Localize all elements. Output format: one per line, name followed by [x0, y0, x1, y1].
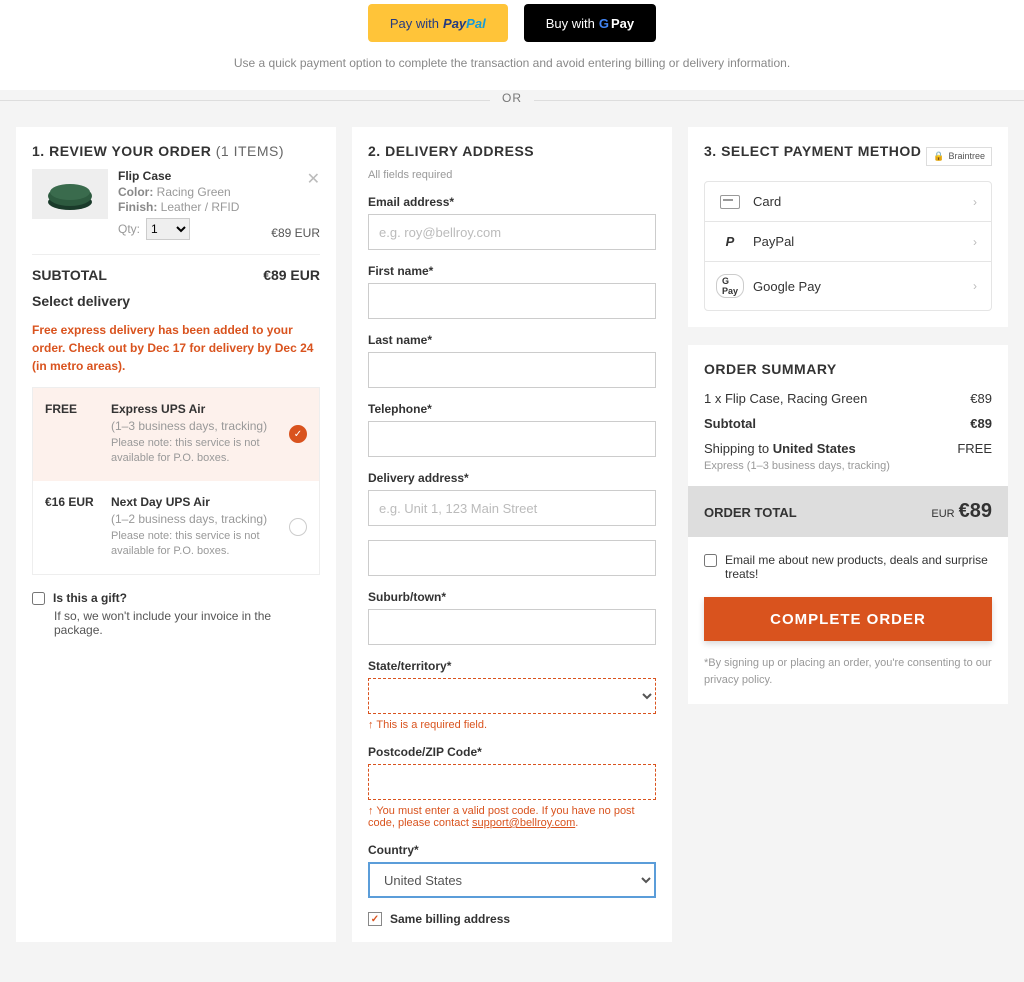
summary-ship-note: Express (1–3 business days, tracking) — [704, 460, 992, 472]
product-name: Flip Case — [118, 169, 320, 183]
state-select[interactable] — [368, 678, 656, 714]
gpay-quick-button[interactable]: Buy with GPay — [524, 4, 656, 42]
paypal-prefix: Pay with — [390, 16, 439, 31]
shipping-option-express[interactable]: FREE Express UPS Air (1–3 business days,… — [33, 388, 319, 481]
qty-select[interactable]: 1 — [146, 218, 190, 240]
gift-subtext: If so, we won't include your invoice in … — [54, 609, 320, 637]
chevron-right-icon: › — [973, 279, 977, 293]
privacy-disclaimer: *By signing up or placing an order, you'… — [704, 655, 992, 688]
lastname-label: Last name* — [368, 333, 656, 347]
subtotal-value: €89 EUR — [263, 267, 320, 283]
product-finish: Finish: Leather / RFID — [118, 200, 320, 214]
suburb-input[interactable] — [368, 609, 656, 645]
gpay-logo: GPay — [599, 16, 634, 31]
lastname-input[interactable] — [368, 352, 656, 388]
gift-checkbox-label[interactable]: Is this a gift? — [32, 591, 320, 605]
paypal-quick-button[interactable]: Pay with PayPal — [368, 4, 508, 42]
zip-label: Postcode/ZIP Code* — [368, 745, 656, 759]
delivery-promo: Free express delivery has been added to … — [32, 321, 320, 375]
required-note: All fields required — [368, 169, 656, 181]
paypal-icon: P — [726, 234, 735, 249]
qty-label: Qty: — [118, 222, 140, 236]
support-link[interactable]: support@bellroy.com — [472, 817, 575, 829]
payment-method-card[interactable]: Card› — [705, 182, 991, 222]
card-icon — [720, 195, 740, 209]
remove-item-icon[interactable]: ✕ — [307, 169, 320, 189]
same-billing-row[interactable]: ✓Same billing address — [368, 912, 656, 926]
zip-input[interactable] — [368, 764, 656, 800]
review-heading: 1. REVIEW YOUR ORDER (1 ITEMS) — [32, 143, 320, 159]
zip-error: You must enter a valid post code. If you… — [368, 805, 656, 829]
gpay-prefix: Buy with — [546, 16, 595, 31]
quick-payment-note: Use a quick payment option to complete t… — [0, 56, 1024, 70]
email-input[interactable] — [368, 214, 656, 250]
email-opt-checkbox[interactable] — [704, 554, 717, 567]
summary-item: 1 x Flip Case, Racing Green — [704, 391, 867, 406]
complete-order-button[interactable]: COMPLETE ORDER — [704, 597, 992, 641]
address-label: Delivery address* — [368, 471, 656, 485]
address2-input[interactable] — [368, 540, 656, 576]
lock-icon: 🔒 — [933, 151, 944, 162]
payment-method-paypal[interactable]: PPayPal› — [705, 222, 991, 262]
or-divider: OR — [490, 91, 534, 105]
summary-subtotal-label: Subtotal — [704, 416, 756, 431]
checkbox-checked-icon: ✓ — [368, 912, 382, 926]
firstname-label: First name* — [368, 264, 656, 278]
product-color: Color: Racing Green — [118, 185, 320, 199]
summary-heading: ORDER SUMMARY — [704, 361, 992, 377]
email-opt-label: Email me about new products, deals and s… — [725, 553, 992, 581]
radio-selected-icon — [289, 425, 307, 443]
paypal-logo: PayPal — [443, 16, 486, 31]
chevron-right-icon: › — [973, 195, 977, 209]
product-thumbnail — [32, 169, 108, 219]
order-total-label: ORDER TOTAL — [704, 505, 797, 520]
order-total-value: €89 — [959, 500, 992, 522]
country-select[interactable]: United States — [368, 862, 656, 898]
payment-method-gpay[interactable]: G PayGoogle Pay› — [705, 262, 991, 310]
address-input[interactable] — [368, 490, 656, 526]
email-label: Email address* — [368, 195, 656, 209]
suburb-label: Suburb/town* — [368, 590, 656, 604]
shipping-option-nextday[interactable]: €16 EUR Next Day UPS Air (1–2 business d… — [33, 481, 319, 574]
select-delivery-heading: Select delivery — [32, 293, 320, 309]
state-error: This is a required field. — [368, 719, 656, 731]
braintree-badge: 🔒Braintree — [926, 147, 992, 166]
telephone-input[interactable] — [368, 421, 656, 457]
cart-item: Flip Case Color: Racing Green Finish: Le… — [32, 169, 320, 240]
item-price: €89 EUR — [271, 226, 320, 240]
country-label: Country* — [368, 843, 656, 857]
payment-heading: 3. SELECT PAYMENT METHOD — [704, 143, 921, 159]
firstname-input[interactable] — [368, 283, 656, 319]
gpay-icon: G Pay — [716, 274, 744, 298]
radio-unselected-icon — [289, 518, 307, 536]
summary-shipping: Shipping to United States — [704, 441, 856, 456]
chevron-right-icon: › — [973, 235, 977, 249]
telephone-label: Telephone* — [368, 402, 656, 416]
state-label: State/territory* — [368, 659, 656, 673]
gift-checkbox[interactable] — [32, 592, 45, 605]
delivery-heading: 2. DELIVERY ADDRESS — [368, 143, 656, 159]
subtotal-label: SUBTOTAL — [32, 267, 107, 283]
